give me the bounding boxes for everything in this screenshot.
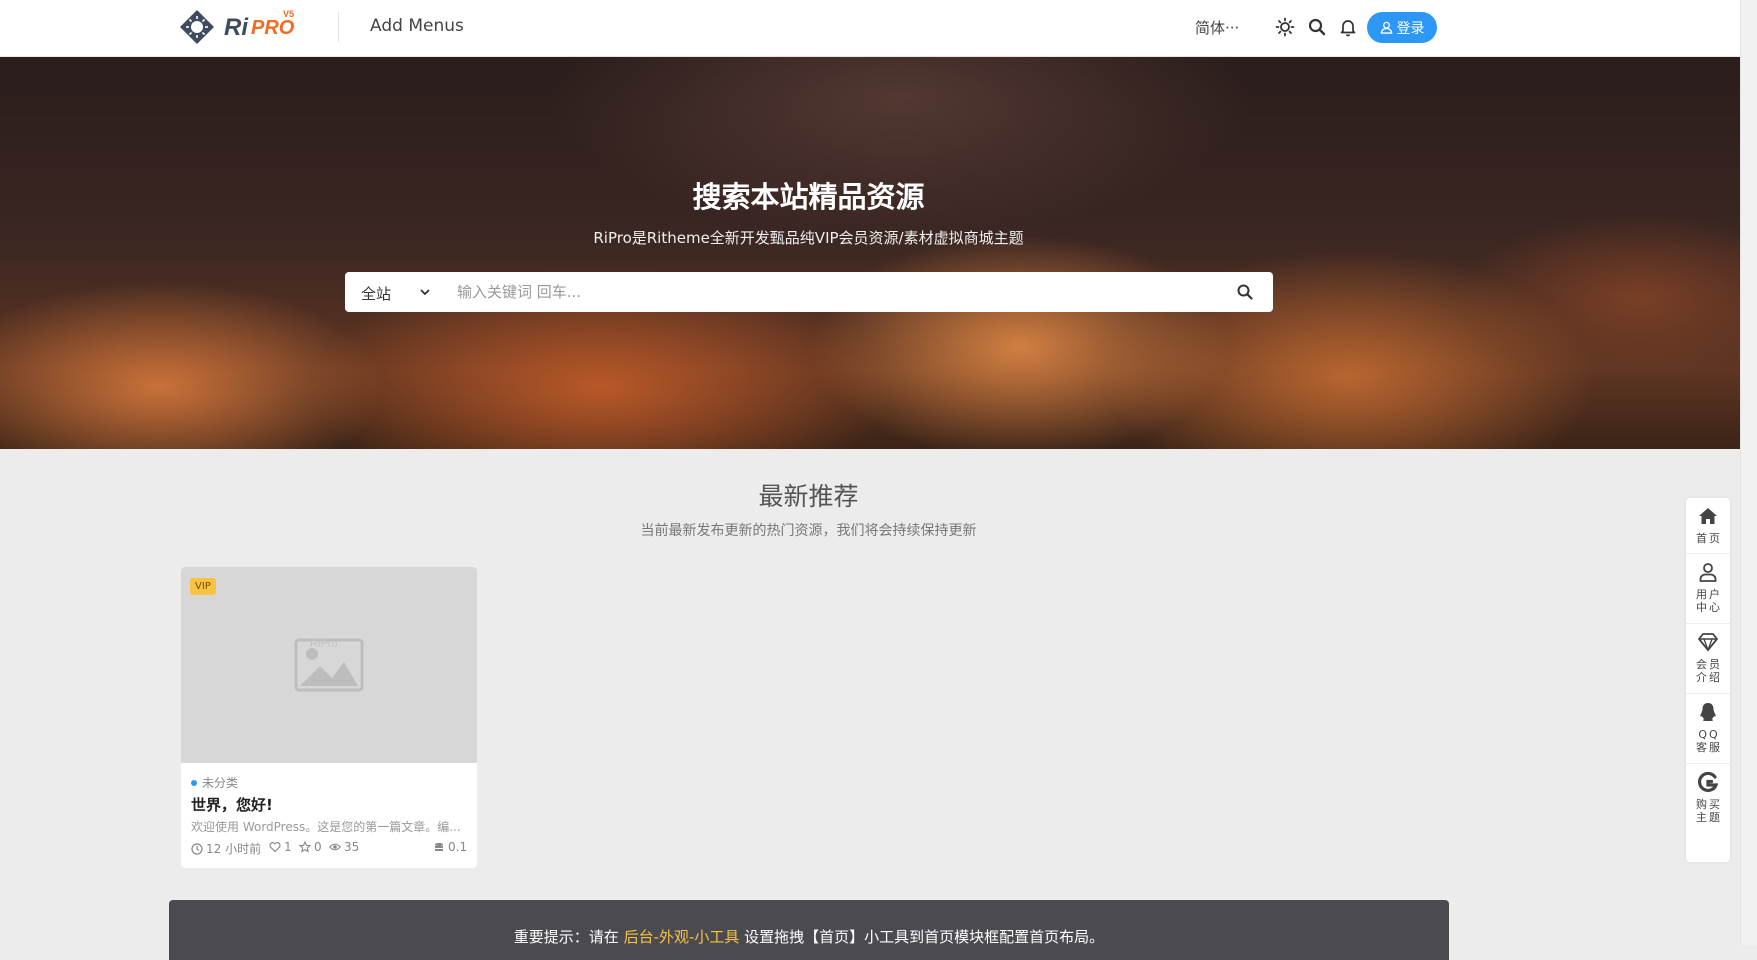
- user-icon: [1699, 563, 1717, 582]
- post-card[interactable]: VIP RiPro 未分类 世界，您好! 欢迎使用 WordPress。这是您的…: [181, 567, 477, 868]
- sidebar-label-qq-support: QQ客服: [1696, 728, 1722, 754]
- category-label: 未分类: [202, 776, 239, 790]
- theme-logo-icon: [1697, 771, 1719, 792]
- login-label: 登录: [1396, 20, 1425, 37]
- post-excerpt: 欢迎使用 WordPress。这是您的第一篇文章。编...: [191, 820, 461, 834]
- notice-bar: 重要提示：请在 后台-外观-小工具 设置拖拽【首页】小工具到首页模块框配置首页布…: [169, 900, 1449, 960]
- search-submit-icon[interactable]: [1235, 282, 1255, 302]
- chevron-down-icon[interactable]: [418, 285, 432, 299]
- sidebar-item-buy-theme[interactable]: 购买主题: [1686, 764, 1730, 834]
- logo-pro-text: PRO: [251, 17, 295, 39]
- sidebar-label-user-center: 用户中心: [1696, 588, 1722, 614]
- placeholder-label: RiPro: [310, 638, 338, 650]
- section-subtitle: 当前最新发布更新的热门资源，我们将会持续保持更新: [640, 523, 977, 539]
- vip-badge: VIP: [190, 578, 216, 595]
- post-price-label: 0.1: [448, 840, 468, 854]
- sidebar-label-membership: 会员介绍: [1696, 658, 1722, 684]
- sidebar-label-home: 首页: [1696, 532, 1722, 545]
- category-dot: [191, 779, 197, 786]
- post-favorites-count: 0: [314, 840, 322, 854]
- home-icon: [1699, 508, 1717, 524]
- section-title: 最新推荐: [758, 482, 859, 511]
- post-likes-count: 1: [284, 840, 292, 854]
- post-likes[interactable]: 1: [269, 840, 292, 854]
- post-views-count: 35: [344, 840, 360, 854]
- coins-icon: [435, 842, 443, 851]
- sidebar-label-buy-theme: 购买主题: [1696, 798, 1722, 824]
- logo-text: Ri: [224, 14, 248, 41]
- heart-icon: [269, 842, 281, 853]
- logo-version-badge: V5: [283, 9, 295, 19]
- hero-search-bar: 全站: [345, 272, 1273, 312]
- nav-add-menus[interactable]: Add Menus: [370, 16, 464, 36]
- notice-widget-link[interactable]: 后台-外观-小工具: [624, 928, 740, 946]
- post-thumbnail[interactable]: VIP RiPro: [181, 567, 477, 763]
- hero-title: 搜索本站精品资源: [692, 180, 925, 214]
- page-scrollbar[interactable]: [1740, 0, 1757, 945]
- hero-banner: 搜索本站精品资源 RiPro是Ritheme全新开发甄品纯VIP会员资源/素材虚…: [0, 57, 1757, 449]
- sidebar-item-user-center[interactable]: 用户中心: [1686, 554, 1730, 624]
- diamond-icon: [1698, 633, 1718, 652]
- post-category[interactable]: 未分类: [191, 774, 238, 791]
- notice-text: 重要提示：请在 后台-外观-小工具 设置拖拽【首页】小工具到首页模块框配置首页布…: [169, 926, 1449, 947]
- qq-icon: [1700, 703, 1716, 721]
- hero-subtitle: RiPro是Ritheme全新开发甄品纯VIP会员资源/素材虚拟商城主题: [593, 229, 1024, 247]
- user-icon: [1380, 21, 1392, 34]
- eye-icon: [329, 843, 341, 851]
- theme-toggle-icon[interactable]: [1274, 16, 1296, 38]
- language-switcher[interactable]: 简体···: [1195, 17, 1239, 38]
- site-logo[interactable]: Ri PRO V5: [180, 8, 306, 46]
- search-scope-select[interactable]: 全站: [361, 283, 391, 304]
- star-icon: [299, 841, 311, 853]
- notice-prefix: 重要提示：请在: [513, 928, 624, 946]
- site-header: Ri PRO V5 Add Menus 简体··· 登录: [0, 0, 1757, 57]
- sidebar-item-qq-support[interactable]: QQ客服: [1686, 694, 1730, 764]
- bell-icon[interactable]: [1337, 16, 1359, 38]
- login-button[interactable]: 登录: [1367, 12, 1437, 43]
- post-time: 12 小时前: [191, 840, 261, 857]
- floating-sidebar: 首页 用户中心 会员介绍 QQ客服 购买主题: [1686, 498, 1730, 862]
- notice-suffix: 设置拖拽【首页】小工具到首页模块框配置首页布局。: [739, 928, 1105, 946]
- post-favorites[interactable]: 0: [299, 840, 322, 854]
- post-price: 0.1: [433, 840, 467, 854]
- header-divider: [338, 12, 339, 42]
- search-input[interactable]: [455, 278, 1215, 306]
- sidebar-item-home[interactable]: 首页: [1686, 498, 1730, 554]
- post-views: 35: [329, 840, 359, 854]
- post-time-label: 12 小时前: [206, 842, 262, 856]
- clock-icon: [191, 842, 203, 855]
- sidebar-item-membership[interactable]: 会员介绍: [1686, 624, 1730, 694]
- post-title[interactable]: 世界，您好!: [191, 794, 273, 815]
- search-icon[interactable]: [1306, 16, 1328, 38]
